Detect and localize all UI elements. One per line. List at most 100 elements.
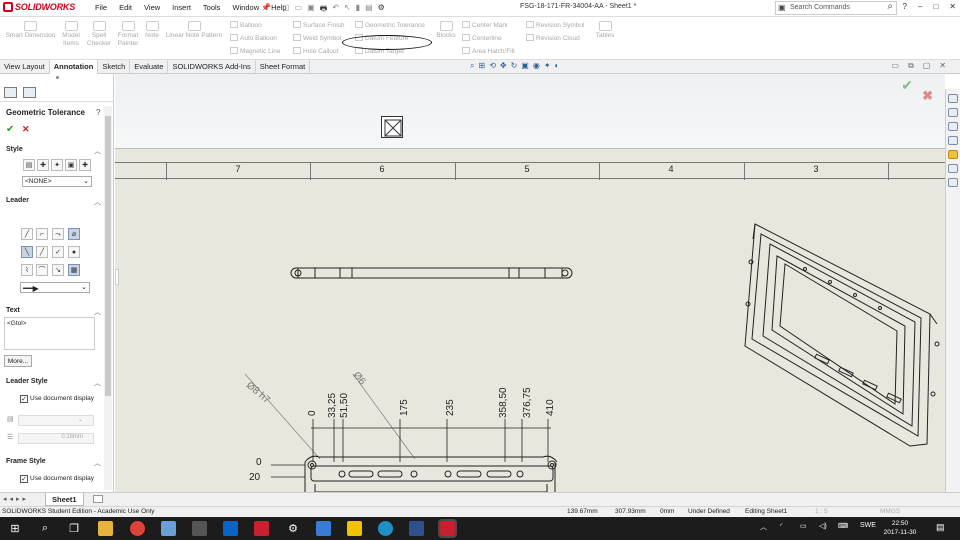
note-button[interactable]: Note <box>143 21 161 40</box>
scene-icon[interactable]: ◐ <box>555 61 560 71</box>
linear-note-pattern-button[interactable]: Linear Note Pattern <box>163 21 225 40</box>
leader-style-section-header[interactable]: Leader Style ︿ <box>6 378 101 387</box>
file-properties-icon[interactable]: ▤ <box>365 3 373 17</box>
leader-all-around-icon[interactable]: ╱ <box>36 246 48 258</box>
tab-sheet-format[interactable]: Sheet Format <box>256 60 311 74</box>
zoom-to-area-icon[interactable]: ⊞ <box>478 61 485 71</box>
menu-view[interactable]: View <box>139 3 165 12</box>
revision-cloud-button[interactable]: Revision Cloud <box>526 34 580 42</box>
search-icon[interactable]: ⌕ <box>887 1 893 12</box>
tables-button[interactable]: Tables <box>594 21 616 40</box>
help-icon[interactable]: ? <box>96 108 100 117</box>
search-scope-icon[interactable]: ▣ <box>778 3 786 12</box>
leader-bent-icon[interactable]: ⌐ <box>36 228 48 240</box>
feature-manager-tab-icon[interactable] <box>4 87 17 98</box>
unit-system[interactable]: MMGS <box>880 508 900 515</box>
property-manager-tab-icon[interactable] <box>23 87 36 98</box>
appearances-icon[interactable] <box>948 150 958 159</box>
solidworks-active-taskbar-icon[interactable] <box>438 519 457 538</box>
dimension-51-50[interactable]: 51,50 <box>339 393 350 418</box>
minimize-button[interactable]: – <box>918 2 922 11</box>
forum-icon[interactable] <box>948 178 958 187</box>
leader-perpendicular-icon[interactable]: ╲ <box>21 246 33 258</box>
add-sheet-icon[interactable] <box>93 495 103 503</box>
solidworks-taskbar-icon[interactable] <box>254 521 269 536</box>
add-style-icon[interactable]: ✚ <box>37 159 49 171</box>
print-icon[interactable]: 🖶 <box>320 3 328 17</box>
apply-style-icon[interactable]: ▤ <box>23 159 35 171</box>
dimension-0[interactable]: 0 <box>307 410 318 416</box>
menu-file[interactable]: File <box>90 3 112 12</box>
windows-start-icon[interactable]: ⊞ <box>7 522 23 535</box>
model-items-button[interactable]: Model Items <box>60 21 82 48</box>
dimension-410[interactable]: 410 <box>545 399 556 416</box>
update-style-icon[interactable]: ✦ <box>51 159 63 171</box>
display-style-icon[interactable]: ▣ <box>521 61 529 71</box>
help-icon[interactable]: ? <box>903 2 907 11</box>
leader-nearest-icon[interactable]: ⌇ <box>21 264 33 276</box>
network-icon[interactable]: ◜ <box>780 522 783 530</box>
calculator-icon[interactable] <box>192 521 207 536</box>
dimension-175[interactable]: 175 <box>399 399 410 416</box>
app-icon[interactable] <box>161 521 176 536</box>
more-button[interactable]: More... <box>4 355 32 367</box>
search-input[interactable]: Search Commands <box>790 4 850 11</box>
ok-check-button[interactable]: ✔ <box>6 124 14 135</box>
drawing-graphics-area[interactable]: ✔ ✖ 7 6 5 4 3 Ø8 h7 Ø6 0 33,25 51,50 175… <box>115 74 945 492</box>
tab-evaluate[interactable]: Evaluate <box>130 60 169 74</box>
geometric-tolerance-button[interactable]: Geometric Tolerance <box>355 21 425 29</box>
tab-annotation[interactable]: Annotation <box>49 60 99 74</box>
smart-dimension-button[interactable]: Smart Dimension <box>3 21 58 40</box>
collapse-chevron-icon[interactable]: ︿ <box>94 307 101 317</box>
design-library-icon[interactable] <box>948 108 958 117</box>
panel-splitter-grip[interactable] <box>115 269 119 285</box>
language-indicator[interactable]: SWE <box>860 522 876 529</box>
blocks-button[interactable]: Blocks <box>435 21 457 40</box>
options-gear-icon[interactable]: ⚙ <box>378 3 385 17</box>
frame-style-use-document-checkbox[interactable]: ✓ Use document display <box>20 475 94 483</box>
graphics-minimize-icon[interactable]: ▭ <box>891 61 899 71</box>
battery-icon[interactable]: ▭ <box>800 522 807 530</box>
search-commands-box[interactable]: ▣ Search Commands ⌕ <box>775 1 897 15</box>
center-mark-button[interactable]: Center Mark <box>462 21 508 29</box>
leader-multi-jog-icon[interactable]: ⤳ <box>52 228 64 240</box>
open-icon[interactable]: ▭ <box>295 3 303 17</box>
search-icon[interactable]: ⌕ <box>37 522 53 535</box>
hole-callout-button[interactable]: Hole Callout <box>293 47 338 55</box>
select-icon[interactable]: ↖ <box>344 3 351 17</box>
revision-symbol-button[interactable]: Revision Symbol <box>526 21 584 29</box>
graphics-restore-icon[interactable]: ⧉ <box>908 61 914 71</box>
dimension-376-75[interactable]: 376,75 <box>522 387 533 418</box>
collapse-chevron-icon[interactable]: ︿ <box>94 146 101 156</box>
style-dropdown[interactable]: <NONE> ⌄ <box>22 176 92 187</box>
frame-style-section-header[interactable]: Frame Style ︿ <box>6 458 101 468</box>
clock[interactable]: 22:50 2017-11-30 <box>880 519 920 537</box>
auto-balloon-button[interactable]: Auto Balloon <box>230 34 277 42</box>
tab-sketch[interactable]: Sketch <box>98 60 131 74</box>
appearance-icon[interactable]: ✦ <box>544 61 551 71</box>
volume-icon[interactable]: ◁) <box>819 522 827 530</box>
scrollbar-thumb[interactable] <box>105 116 111 396</box>
collapse-chevron-icon[interactable]: ︿ <box>94 458 101 468</box>
notifications-icon[interactable]: ▤ <box>936 522 945 533</box>
dimension-33-25[interactable]: 33,25 <box>327 393 338 418</box>
solidworks-resources-icon[interactable] <box>948 94 958 103</box>
leader-right-icon[interactable]: ↘ <box>52 264 64 276</box>
leader-section-header[interactable]: Leader ︿ <box>6 197 101 206</box>
leader-smart-icon[interactable]: ✓ <box>52 246 64 258</box>
sheet-scale[interactable]: 1 : 5 <box>815 508 828 515</box>
leader-straight-icon[interactable]: ╱ <box>21 228 33 240</box>
custom-properties-icon[interactable] <box>948 164 958 173</box>
keyboard-icon[interactable]: ⌨ <box>838 522 848 530</box>
menu-edit[interactable]: Edit <box>114 3 137 12</box>
graphics-float-icon[interactable]: ▢ <box>923 61 931 71</box>
balloon-button[interactable]: Balloon <box>230 21 262 29</box>
area-hatch-fill-button[interactable]: Area Hatch/Fill <box>462 47 515 55</box>
text-section-header[interactable]: Text ︿ <box>6 307 101 317</box>
undo-icon[interactable]: ↶ <box>332 3 339 17</box>
rebuild-icon[interactable]: ▮ <box>356 3 360 17</box>
dimension-235[interactable]: 235 <box>445 399 456 416</box>
tray-expand-icon[interactable]: ︿ <box>760 522 767 532</box>
solidworks-logo[interactable]: SOLIDWORKS <box>3 2 75 12</box>
graphics-close-icon[interactable]: ✕ <box>939 61 946 71</box>
